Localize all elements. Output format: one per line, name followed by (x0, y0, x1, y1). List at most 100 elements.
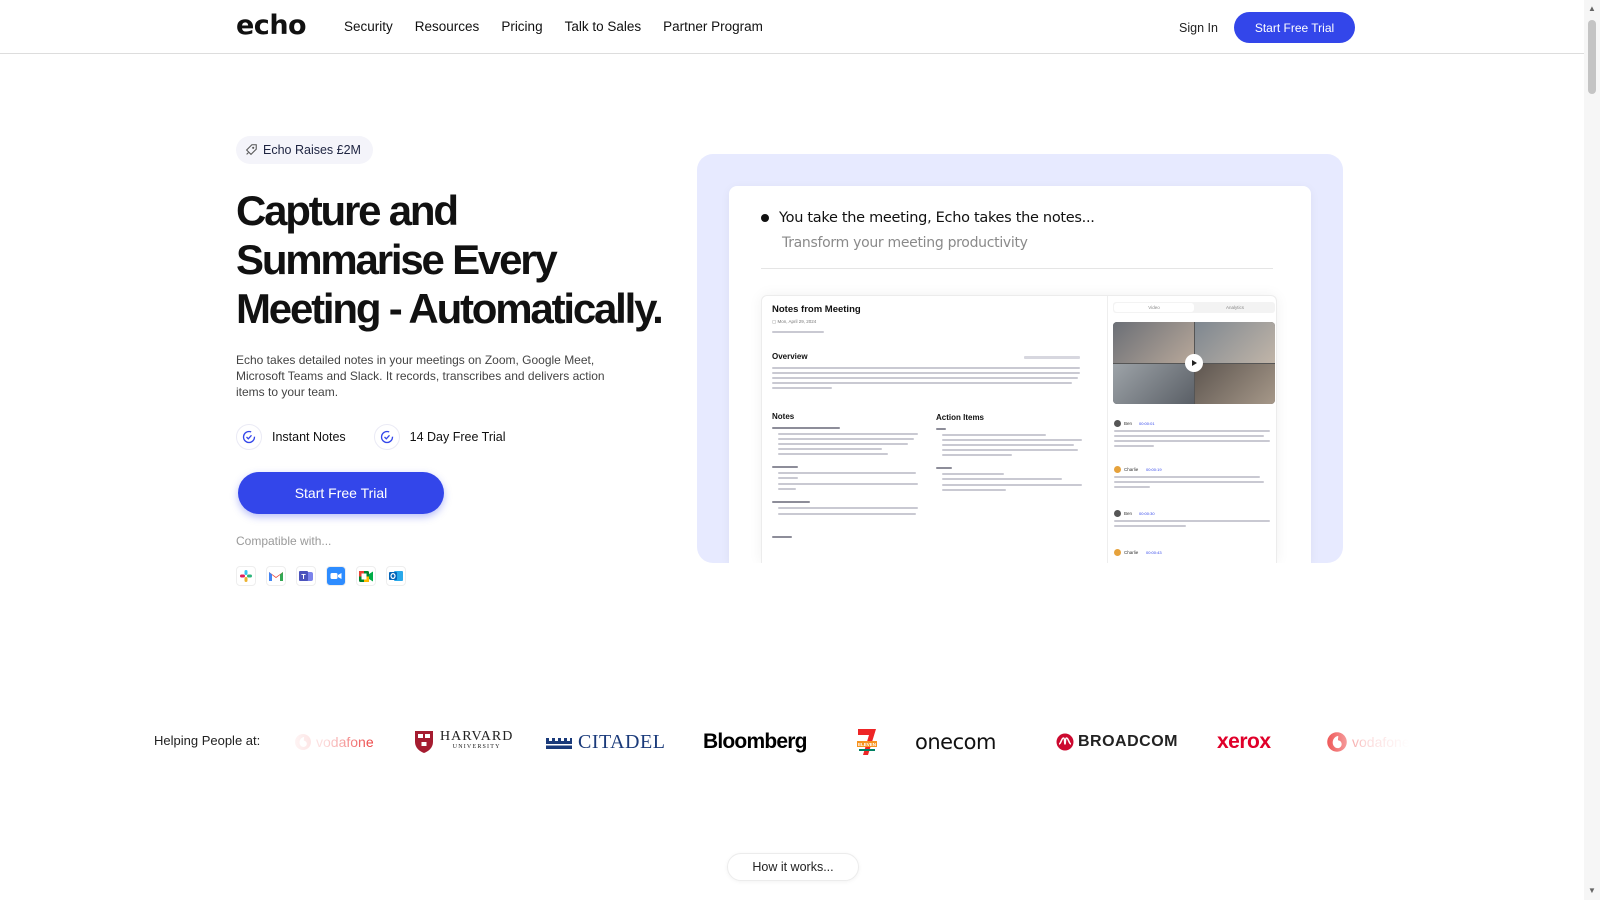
slack-icon (236, 566, 256, 586)
text-line (778, 443, 908, 445)
nav-links: Security Resources Pricing Talk to Sales… (344, 19, 785, 34)
participant-video (1113, 322, 1194, 363)
scroll-down-arrow-icon[interactable]: ▼ (1587, 886, 1597, 896)
chat-name: Charlie (1124, 467, 1139, 472)
avatar (1114, 466, 1121, 473)
onecom-logo: onecom (915, 730, 996, 754)
participant-video (1194, 363, 1275, 404)
vodafone-logo: vodafone (1326, 722, 1410, 762)
customer-logo-strip: vodafone HARVARD UNIVERSITY CITADEL Bloo… (0, 722, 1584, 762)
page-scrollbar[interactable]: ▲ ▼ (1584, 0, 1600, 900)
text-line (942, 473, 1004, 475)
nav-link-resources[interactable]: Resources (415, 19, 480, 34)
video-sidebar: Video Analytics Ben 00:00:01 Charlie 00:… (1107, 296, 1276, 563)
text-line (942, 444, 1074, 446)
text-line (778, 472, 916, 474)
teams-icon: T (296, 566, 316, 586)
harvard-name: HARVARD (440, 729, 514, 744)
gmail-icon (266, 566, 286, 586)
compatible-label: Compatible with... (236, 534, 332, 548)
nav-start-trial-button[interactable]: Start Free Trial (1234, 12, 1355, 43)
scroll-thumb[interactable] (1588, 20, 1596, 94)
seven-eleven-logo: ELEVEN (855, 722, 879, 762)
hero-description: Echo takes detailed notes in your meetin… (236, 353, 605, 399)
text-line (1114, 430, 1270, 432)
echo-logo[interactable]: echo (236, 10, 307, 41)
citadel-logo: CITADEL (546, 722, 665, 762)
text-line (772, 382, 1072, 384)
text-line (942, 434, 1046, 436)
text-line (942, 484, 1082, 486)
demo-headline-text: You take the meeting, Echo takes the not… (779, 210, 1095, 226)
feature-free-trial: 14 Day Free Trial (373, 424, 506, 450)
text-line (772, 367, 1080, 369)
text-line (778, 433, 918, 435)
harvard-shield-icon (415, 731, 433, 753)
chat-timestamp[interactable]: 00:00:30 (1139, 511, 1155, 516)
tab-video[interactable]: Video (1114, 303, 1194, 312)
demo-subline: Transform your meeting productivity (782, 235, 1028, 251)
vodafone-mark-icon (295, 734, 311, 750)
compatible-apps: T (236, 566, 406, 586)
hero-start-trial-button[interactable]: Start Free Trial (238, 472, 444, 514)
video-tabs: Video Analytics (1113, 302, 1275, 313)
hero-title: Capture and Summarise Every Meeting - Au… (236, 187, 664, 332)
xerox-logo: xerox (1217, 730, 1271, 753)
text-line (936, 467, 952, 469)
vodafone-logo: vodafone (294, 722, 374, 762)
nav-link-pricing[interactable]: Pricing (501, 19, 542, 34)
overview-toolbar (1024, 356, 1080, 359)
how-it-works-button[interactable]: How it works... (727, 853, 859, 881)
notes-time-line (772, 331, 824, 333)
funding-badge[interactable]: Echo Raises £2M (236, 136, 373, 164)
scroll-up-arrow-icon[interactable]: ▲ (1587, 4, 1597, 14)
participant-video (1194, 322, 1275, 363)
chat-name: Ben (1124, 421, 1133, 426)
citadel-tower-icon (546, 738, 572, 749)
check-circle-icon (236, 424, 262, 450)
text-line (1114, 476, 1260, 478)
text-line (778, 453, 888, 455)
chat-timestamp[interactable]: 00:00:19 (1146, 467, 1162, 472)
broadcom-mark-icon (1056, 733, 1074, 751)
sign-in-link[interactable]: Sign In (1179, 21, 1218, 35)
broadcom-logo: BROADCOM (1056, 722, 1178, 762)
chat-timestamp[interactable]: 00:00:43 (1146, 550, 1162, 555)
text-line (1114, 481, 1264, 483)
top-nav: echo Security Resources Pricing Talk to … (0, 0, 1584, 54)
overview-heading: Overview (772, 352, 808, 361)
demo-preview: You take the meeting, Echo takes the not… (697, 154, 1343, 563)
nav-link-talk-to-sales[interactable]: Talk to Sales (565, 19, 642, 34)
text-line (772, 466, 798, 468)
nav-link-security[interactable]: Security (344, 19, 393, 34)
harvard-sub: UNIVERSITY (452, 744, 501, 750)
text-line (1114, 520, 1270, 522)
text-line (778, 477, 798, 479)
chat-name: Ben (1124, 511, 1133, 516)
meeting-notes-panel: Notes from Meeting ▢ Mon, April 29, 2024… (761, 295, 1277, 563)
text-line (772, 501, 810, 503)
feature-instant-notes: Instant Notes (236, 424, 346, 450)
action-items-heading: Action Items (936, 413, 985, 422)
text-line (942, 439, 1082, 441)
text-line (942, 478, 1062, 480)
rocket-icon (245, 144, 257, 156)
bloomberg-logo: Bloomberg (703, 730, 807, 753)
play-icon[interactable] (1185, 354, 1203, 372)
bullet-dot-icon (761, 214, 769, 222)
google-meet-icon (356, 566, 376, 586)
meeting-video[interactable] (1113, 322, 1275, 404)
chat-name: Charlie (1124, 550, 1139, 555)
text-line (778, 513, 916, 515)
chat-timestamp[interactable]: 00:00:01 (1139, 421, 1155, 426)
notes-title: Notes from Meeting (772, 304, 861, 315)
notes-heading: Notes (772, 412, 795, 421)
text-line (772, 427, 840, 429)
tab-analytics[interactable]: Analytics (1195, 302, 1275, 313)
notes-date: ▢ Mon, April 29, 2024 (772, 319, 817, 324)
text-line (778, 448, 882, 450)
nav-link-partner-program[interactable]: Partner Program (663, 19, 763, 34)
calendar-icon: ▢ (772, 319, 777, 324)
text-line (1114, 525, 1186, 527)
demo-headline: You take the meeting, Echo takes the not… (761, 210, 1095, 226)
